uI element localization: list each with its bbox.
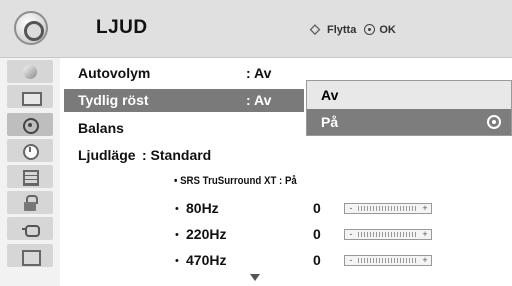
plus-icon: +: [422, 203, 428, 213]
rail-item-screen[interactable]: [7, 85, 53, 108]
navigation-hint: Flytta OK: [310, 21, 396, 37]
rail-item-input[interactable]: [7, 217, 53, 240]
slider-track: [358, 258, 418, 263]
photo-music-icon: [22, 248, 41, 266]
eq-band-value: 0: [313, 200, 321, 216]
dpad-icon: [310, 21, 323, 37]
minus-icon: -: [349, 255, 353, 265]
rail-item-lock[interactable]: [7, 191, 53, 214]
menu-item-value: : Av: [246, 65, 272, 81]
slider-track: [358, 232, 418, 237]
input-plug-icon: [22, 221, 40, 237]
srs-trusurround-setting[interactable]: • SRS TruSurround XT : På: [174, 175, 297, 187]
rail-item-option[interactable]: [7, 165, 53, 188]
rail-item-picture[interactable]: [7, 60, 53, 83]
option-label: Av: [321, 87, 339, 103]
rail-item-photo-music[interactable]: [7, 244, 53, 267]
eq-band-label: 220Hz: [186, 226, 227, 242]
menu-header: LJUD Flytta OK: [0, 0, 512, 58]
scroll-down-icon[interactable]: [250, 274, 260, 281]
option-grid-icon: [22, 169, 39, 186]
menu-item-label: Balans: [78, 120, 124, 136]
eq-band-value: 0: [313, 226, 321, 242]
bullet: •: [175, 229, 179, 241]
menu-item-label: Ljudläge: [78, 147, 136, 163]
radio-selected-icon: [487, 115, 501, 129]
hint-ok-label: OK: [379, 23, 396, 36]
srs-label: SRS TruSurround XT : På: [180, 175, 297, 187]
audio-menu-icon: [14, 11, 48, 45]
rail-item-time[interactable]: [7, 139, 53, 162]
plus-icon: +: [422, 229, 428, 239]
minus-icon: -: [349, 229, 353, 239]
menu-item-label: Autovolym: [78, 65, 151, 81]
menu-item-balans[interactable]: Balans: [64, 117, 304, 140]
eq-slider[interactable]: - +: [344, 229, 432, 240]
option-av[interactable]: Av: [307, 82, 511, 108]
hint-move-label: Flytta: [327, 23, 357, 36]
eq-band-label: 80Hz: [186, 200, 219, 216]
screen-icon: [22, 89, 42, 106]
option-label: På: [321, 114, 339, 130]
time-icon: [22, 143, 39, 160]
eq-band-label: 470Hz: [186, 252, 227, 268]
bullet: •: [175, 203, 179, 215]
eq-slider[interactable]: - +: [344, 203, 432, 214]
minus-icon: -: [349, 203, 353, 213]
slider-track: [358, 206, 418, 211]
picture-icon: [22, 64, 38, 80]
eq-slider[interactable]: - +: [344, 255, 432, 266]
option-pa[interactable]: På: [307, 109, 511, 135]
bullet: •: [174, 175, 178, 187]
menu-item-ljudlage[interactable]: Ljudläge : Standard: [64, 144, 304, 167]
menu-item-value: : Standard: [142, 147, 212, 163]
lock-icon: [22, 194, 38, 211]
tv-osd-screen: LJUD Flytta OK Autovolym : Av Tydlig rös…: [0, 0, 512, 286]
category-rail: [0, 58, 60, 286]
menu-title: LJUD: [96, 17, 148, 38]
ok-button-icon: [364, 24, 376, 35]
eq-band-value: 0: [313, 252, 321, 268]
menu-item-label: Tydlig röst: [78, 92, 149, 108]
audio-icon: [22, 117, 39, 134]
menu-item-autovolym[interactable]: Autovolym : Av: [64, 62, 304, 85]
plus-icon: +: [422, 255, 428, 265]
menu-item-value: : Av: [246, 92, 272, 108]
tydlig-rost-dropdown: Av På: [306, 80, 512, 136]
menu-item-tydlig-rost[interactable]: Tydlig röst : Av: [64, 89, 304, 112]
rail-item-audio[interactable]: [7, 113, 53, 136]
bullet: •: [175, 255, 179, 267]
